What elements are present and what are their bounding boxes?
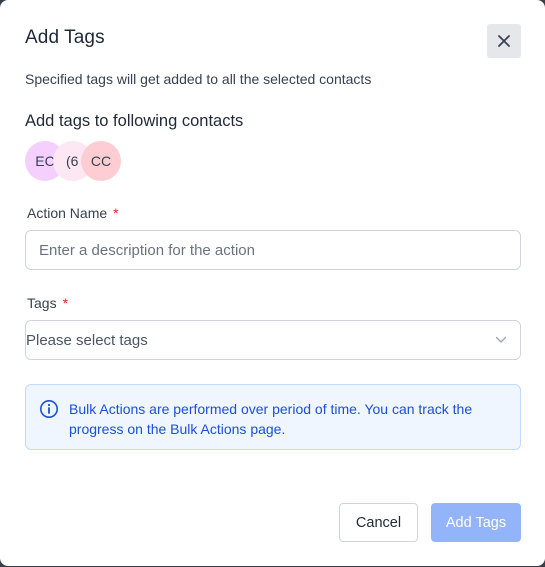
cancel-button[interactable]: Cancel xyxy=(339,503,418,542)
add-tags-button[interactable]: Add Tags xyxy=(431,503,521,542)
close-button[interactable] xyxy=(487,24,521,58)
tags-label-text: Tags xyxy=(27,295,57,311)
required-marker: * xyxy=(113,205,119,221)
avatar: CC xyxy=(81,141,121,181)
action-name-label-text: Action Name xyxy=(27,205,108,221)
modal-subtitle: Specified tags will get added to all the… xyxy=(25,71,372,87)
info-text: Bulk Actions are performed over period o… xyxy=(69,401,473,437)
contacts-heading: Add tags to following contacts xyxy=(25,112,244,130)
info-circle-icon xyxy=(40,400,58,418)
required-marker: * xyxy=(62,295,69,311)
tags-select-placeholder: Please select tags xyxy=(26,331,148,349)
add-tags-modal: Add Tags Specified tags will get added t… xyxy=(0,0,545,566)
action-name-input[interactable] xyxy=(25,230,521,270)
contact-avatars: EC (6 CC xyxy=(25,141,145,181)
modal-title: Add Tags xyxy=(25,27,105,48)
tags-select[interactable]: Please select tags xyxy=(25,320,521,360)
chevron-down-icon xyxy=(494,333,508,347)
tags-label: Tags * xyxy=(27,295,68,311)
close-icon xyxy=(498,35,510,47)
bulk-actions-info-banner: Bulk Actions are performed over period o… xyxy=(25,384,521,450)
action-name-label: Action Name * xyxy=(27,205,119,221)
